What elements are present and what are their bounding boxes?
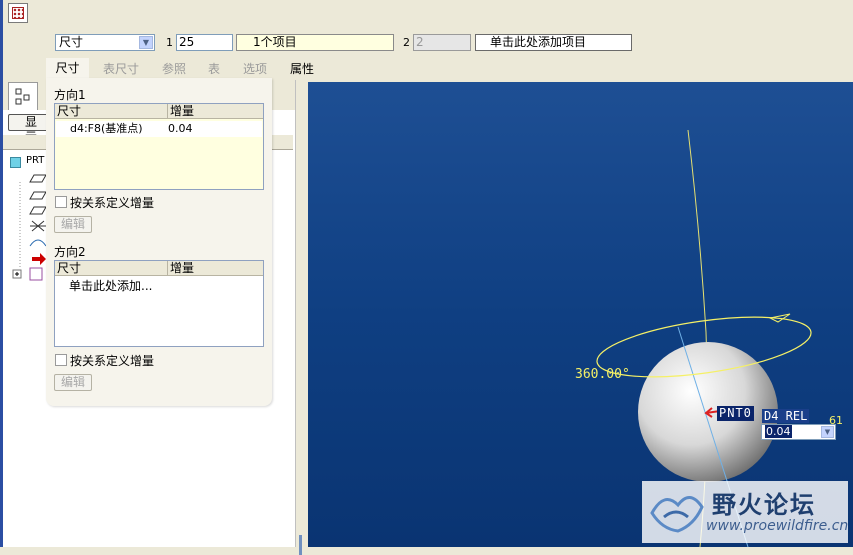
add-dimension-placeholder[interactable]: 单击此处添加... [69,278,152,294]
table-header: 尺寸 增量 [55,104,263,119]
col-increment: 增量 [167,104,194,118]
relation-checkbox-1[interactable] [55,196,67,208]
col-increment: 增量 [167,261,194,275]
edit-button-1[interactable]: 编辑 [54,216,92,233]
set1-index: 1 [166,36,173,49]
col-dimension: 尺寸 [57,104,82,118]
add-item-field[interactable]: 单击此处添加项目 [475,34,632,51]
coordinate-system-icon [30,220,46,232]
relation-checkbox-label-2: 按关系定义增量 [70,354,155,368]
model-sphere [596,129,812,547]
datum-plane-icon [29,174,47,183]
direction2-label: 方向2 [54,245,86,259]
relation-checkbox-2[interactable] [55,354,67,366]
dimension-label-text: D4 REL [762,409,810,423]
pattern-type-value: 尺寸 [59,35,84,49]
direction2-table[interactable]: 尺寸 增量 单击此处添加... [54,260,264,347]
insert-here-arrow-icon [32,253,46,265]
row-increment[interactable]: 0.04 [168,121,193,137]
watermark-logo-icon [650,496,704,533]
tab-table[interactable]: 表 [208,61,220,77]
set1-count-input[interactable]: 25 [176,34,233,51]
angle-dimension[interactable]: 360.00° [575,367,630,382]
model-tree-tab[interactable] [8,82,38,110]
set1-items-field[interactable]: 1个项目 [236,34,394,51]
pattern-tool-icon[interactable] [8,3,28,23]
expand-icon [12,269,22,279]
chevron-down-icon[interactable]: ▼ [821,426,834,438]
part-icon [10,157,21,168]
watermark-title: 野火论坛 [712,491,816,519]
chevron-down-icon[interactable]: ▼ [139,36,153,49]
datum-plane-icon [29,191,47,200]
col-dimension: 尺寸 [57,261,82,275]
tab-dimensions[interactable]: 尺寸 [46,58,89,78]
dimension-value-input[interactable]: 0.04 ▼ [761,424,836,440]
dimension-label[interactable]: D4 REL [762,409,810,423]
pattern-feature-icon [29,267,43,281]
tree-icon [15,88,30,105]
graphics-window[interactable] [308,82,853,547]
row-dimension: d4:F8(基准点) [70,122,143,135]
direction1-table[interactable]: 尺寸 增量 d4:F8(基准点) 0.04 [54,103,264,190]
tab-options[interactable]: 选项 [243,61,267,77]
set2-index: 2 [403,36,410,49]
watermark-url: www.proewildfire.cn [706,518,849,534]
datum-curve-icon [29,239,47,247]
set2-count-input[interactable]: 2 [413,34,471,51]
datum-plane-icon [29,206,47,215]
tab-references[interactable]: 参照 [162,61,186,77]
tab-table-dimensions[interactable]: 表尺寸 [103,61,139,77]
show-button[interactable]: 显示 [8,114,48,144]
table-row[interactable]: d4:F8(基准点) 0.04 [56,121,262,137]
pane-splitter[interactable] [295,80,309,555]
pattern-type-select[interactable]: 尺寸 ▼ [55,34,155,51]
table-header: 尺寸 增量 [55,261,263,276]
tab-properties[interactable]: 属性 [290,61,314,77]
relation-checkbox-label-1: 按关系定义增量 [70,196,155,210]
tree-root-label[interactable]: PRT [26,155,44,166]
direction1-label: 方向1 [54,88,86,102]
dimension-value: 0.04 [765,425,792,438]
edit-button-2[interactable]: 编辑 [54,374,92,391]
point-tag: PNT0 [717,406,754,421]
